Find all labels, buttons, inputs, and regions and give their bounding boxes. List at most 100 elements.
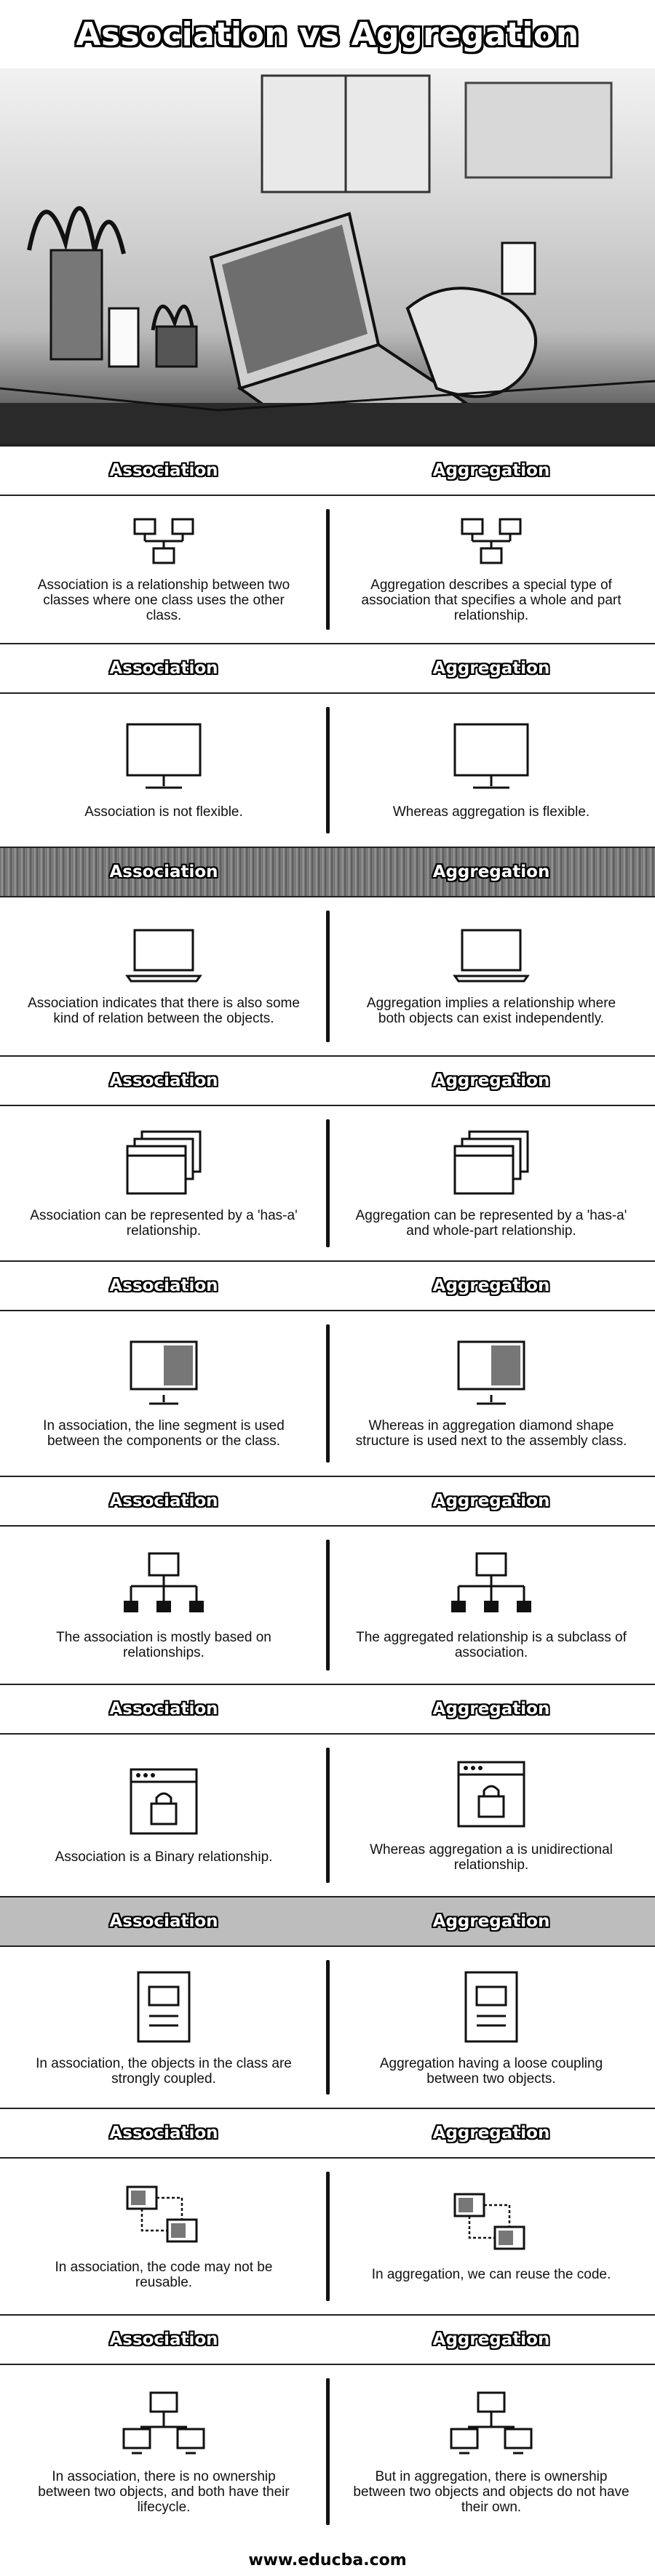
section-header: Association Aggregation xyxy=(0,2314,655,2365)
aggregation-cell: Aggregation implies a relationship where… xyxy=(328,897,655,1055)
windows-stack-icon xyxy=(124,1128,204,1201)
hierarchy-icon xyxy=(448,1550,535,1623)
association-heading: Association xyxy=(109,863,218,881)
section-body: In association, there is no ownership be… xyxy=(0,2365,655,2538)
association-heading: Association xyxy=(109,2330,218,2349)
aggregation-description: Aggregation having a loose coupling betw… xyxy=(379,2055,603,2087)
association-heading: Association xyxy=(109,1492,218,1511)
comparison-section: Association Aggregation Association is a … xyxy=(0,1684,655,1896)
aggregation-cell: Aggregation having a loose coupling betw… xyxy=(328,1947,655,2108)
aggregation-heading: Aggregation xyxy=(432,659,550,678)
column-divider xyxy=(326,509,330,630)
aggregation-heading: Aggregation xyxy=(432,461,550,480)
comparison-section: Association Aggregation In association, t… xyxy=(0,2108,655,2314)
section-body: The association is mostly based on relat… xyxy=(0,1527,655,1684)
network-icon xyxy=(131,516,196,570)
aggregation-cell: In aggregation, we can reuse the code. xyxy=(328,2159,655,2314)
section-body: In association, the line segment is used… xyxy=(0,1311,655,1476)
section-header: Association Aggregation xyxy=(0,1896,655,1947)
section-body: Association is not flexible. Whereas agg… xyxy=(0,694,655,847)
column-divider xyxy=(326,707,330,833)
hierarchy-icon xyxy=(120,1550,207,1623)
association-cell: The association is mostly based on relat… xyxy=(0,1527,328,1684)
split-monitor-icon xyxy=(455,1338,528,1411)
association-heading: Association xyxy=(109,1912,218,1931)
aggregation-description: In aggregation, we can reuse the code. xyxy=(371,2267,611,2282)
aggregation-cell: Whereas in aggregation diamond shape str… xyxy=(328,1311,655,1476)
section-body: Association indicates that there is also… xyxy=(0,897,655,1055)
lock-window-icon xyxy=(127,1766,200,1842)
section-header: Association Aggregation xyxy=(0,1684,655,1735)
association-heading: Association xyxy=(109,461,218,480)
lock-window-icon xyxy=(455,1759,528,1835)
section-body: Association is a relationship between tw… xyxy=(0,496,655,643)
laptop-icon xyxy=(451,927,531,988)
laptop-icon xyxy=(124,927,204,988)
association-heading: Association xyxy=(109,1700,218,1719)
aggregation-cell: Aggregation describes a special type of … xyxy=(328,496,655,643)
document-icon xyxy=(135,1969,193,2049)
linked-monitors-icon xyxy=(124,2183,204,2252)
aggregation-description: Aggregation describes a special type of … xyxy=(361,577,622,623)
aggregation-cell: But in aggregation, there is ownership b… xyxy=(328,2365,655,2538)
aggregation-description: But in aggregation, there is ownership b… xyxy=(353,2468,630,2515)
association-description: Association is a relationship between tw… xyxy=(37,577,290,623)
association-cell: In association, the code may not be reus… xyxy=(0,2159,328,2314)
aggregation-description: Whereas aggregation is flexible. xyxy=(392,804,590,820)
monitor-icon xyxy=(451,721,531,797)
section-header: Association Aggregation xyxy=(0,1260,655,1311)
column-divider xyxy=(326,1960,330,2095)
association-cell: Association can be represented by a 'has… xyxy=(0,1106,328,1260)
section-body: In association, the objects in the class… xyxy=(0,1947,655,2108)
column-divider xyxy=(326,1748,330,1883)
association-cell: In association, there is no ownership be… xyxy=(0,2365,328,2538)
association-description: Association indicates that there is also… xyxy=(28,996,300,1026)
association-heading: Association xyxy=(109,659,218,678)
association-cell: Association is a Binary relationship. xyxy=(0,1735,328,1896)
association-description: Association is a Binary relationship. xyxy=(55,1849,273,1865)
document-icon xyxy=(462,1969,520,2049)
aggregation-cell: Whereas aggregation a is unidirectional … xyxy=(328,1735,655,1896)
aggregation-heading: Aggregation xyxy=(432,1700,550,1719)
section-header: Association Aggregation xyxy=(0,643,655,694)
section-header: Association Aggregation xyxy=(0,1055,655,1106)
section-body: In association, the code may not be reus… xyxy=(0,2159,655,2314)
column-divider xyxy=(326,911,330,1042)
association-description: In association, the objects in the class… xyxy=(36,2055,292,2087)
aggregation-description: Whereas aggregation a is unidirectional … xyxy=(370,1841,613,1873)
comparison-section: Association Aggregation The association i… xyxy=(0,1476,655,1684)
aggregation-heading: Aggregation xyxy=(432,1071,550,1090)
section-header: Association Aggregation xyxy=(0,445,655,496)
column-divider xyxy=(326,2378,330,2525)
section-header: Association Aggregation xyxy=(0,1476,655,1527)
aggregation-heading: Aggregation xyxy=(432,2124,550,2143)
section-header: Association Aggregation xyxy=(0,847,655,897)
comparison-section: Association Aggregation Association is a … xyxy=(0,445,655,643)
association-description: In association, the code may not be reus… xyxy=(55,2259,273,2290)
comparison-section: Association Aggregation Association is no… xyxy=(0,643,655,847)
association-cell: Association is not flexible. xyxy=(0,694,328,847)
association-description: In association, the line segment is used… xyxy=(43,1418,285,1449)
association-heading: Association xyxy=(109,1276,218,1295)
association-description: In association, there is no ownership be… xyxy=(38,2468,290,2515)
association-cell: Association is a relationship between tw… xyxy=(0,496,328,643)
aggregation-description: The aggregated relationship is a subclas… xyxy=(356,1630,627,1660)
association-description: Association can be represented by a 'has… xyxy=(30,1208,298,1239)
aggregation-cell: Aggregation can be represented by a 'has… xyxy=(328,1106,655,1260)
column-divider xyxy=(326,2172,330,2301)
association-cell: In association, the objects in the class… xyxy=(0,1947,328,2108)
linked-monitors-icon xyxy=(451,2191,531,2260)
infographic-page: Association vs Aggregation Association A… xyxy=(0,0,655,2576)
aggregation-heading: Aggregation xyxy=(432,1912,550,1931)
association-description: The association is mostly based on relat… xyxy=(56,1630,271,1660)
association-heading: Association xyxy=(109,2124,218,2143)
three-monitors-icon xyxy=(448,2389,535,2462)
column-divider xyxy=(326,1540,330,1671)
column-divider xyxy=(326,1324,330,1463)
section-body: Association can be represented by a 'has… xyxy=(0,1106,655,1260)
comparison-table: Association Aggregation Association is a … xyxy=(0,445,655,2538)
page-title: Association vs Aggregation xyxy=(76,15,579,53)
comparison-section: Association Aggregation Association can b… xyxy=(0,1055,655,1260)
desk-illustration xyxy=(0,74,655,444)
aggregation-cell: The aggregated relationship is a subclas… xyxy=(328,1527,655,1684)
